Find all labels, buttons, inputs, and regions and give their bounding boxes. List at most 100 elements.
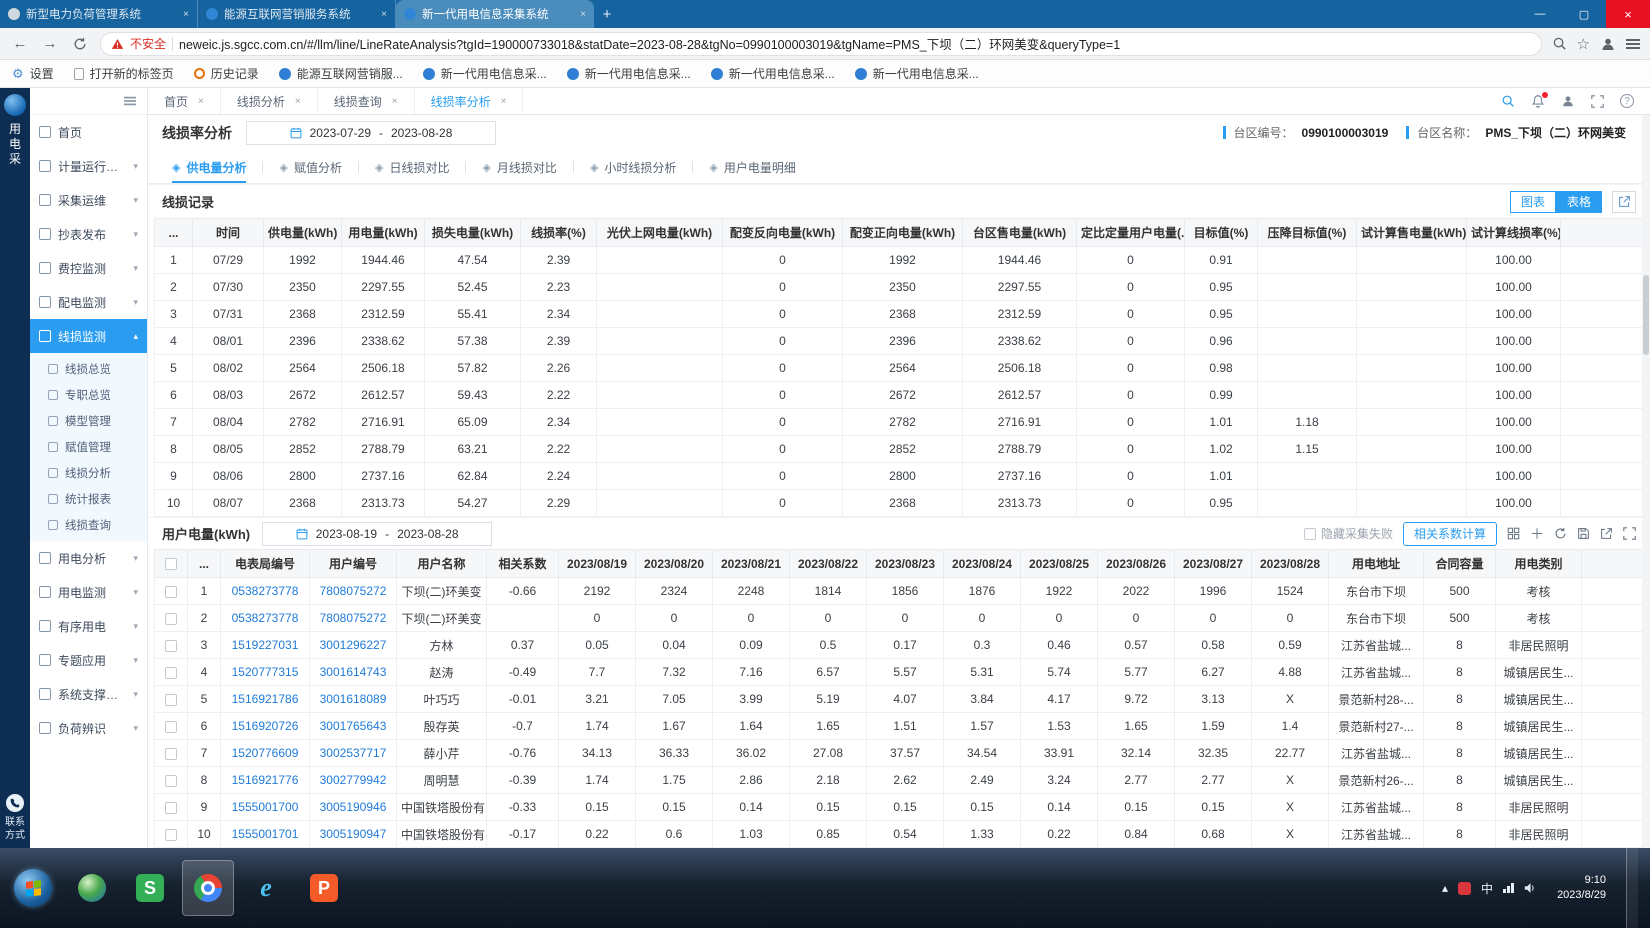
show-desktop-button[interactable] [1626,848,1638,928]
cell-link[interactable]: 1520776609 [232,746,299,760]
row-checkbox[interactable] [165,640,177,652]
subtab[interactable]: ◈用户电量明细 [693,151,811,184]
cell-link[interactable]: 1516921786 [232,692,299,706]
cell-link[interactable]: 3001614743 [320,665,387,679]
zoom-icon[interactable] [1552,36,1567,51]
row-checkbox[interactable] [165,667,177,679]
browser-tab[interactable]: 新一代用电信息采集系统× [396,0,594,28]
taskbar-clock[interactable]: 9:10 2023/8/29 [1547,873,1616,903]
tab-close-icon[interactable]: × [183,9,189,20]
contact-widget[interactable]: 联系方式 [4,794,26,842]
sidebar-subitem[interactable]: 模型管理 [30,408,147,434]
workspace-tab[interactable]: 线损率分析× [415,88,524,114]
cell-link[interactable]: 3001296227 [320,638,387,652]
refresh-icon[interactable] [70,37,90,51]
minimize-button[interactable]: — [1518,0,1562,28]
workspace-tab[interactable]: 首页× [148,88,221,114]
tab-close-icon[interactable]: × [381,9,387,20]
sidebar-item[interactable]: 专题应用▾ [30,643,147,677]
user-icon[interactable] [1561,94,1575,108]
workspace-tab[interactable]: 线损查询× [318,88,415,114]
tab-close-icon[interactable]: × [580,9,586,20]
sidebar-subitem[interactable]: 赋值管理 [30,434,147,460]
user-date-range-picker[interactable]: 2023-08-19 - 2023-08-28 [262,522,492,546]
scrollbar-thumb[interactable] [1643,275,1649,355]
sidebar-item[interactable]: 线损监测▴ [30,319,147,353]
sidebar-item[interactable]: 负荷辨识▾ [30,711,147,745]
volume-icon[interactable] [1524,882,1537,894]
taskbar-app-ie[interactable]: e [240,860,292,916]
row-checkbox[interactable] [165,721,177,733]
bookmark-item[interactable]: 打开新的标签页 [74,65,174,82]
cell-link[interactable]: 3001618089 [320,692,387,706]
taskbar-app-sphere[interactable] [66,860,118,916]
bookmark-item[interactable]: 历史记录 [194,65,259,82]
main-date-range-picker[interactable]: 2023-07-29 - 2023-08-28 [246,121,496,145]
subtab[interactable]: ◈供电量分析 [156,151,262,184]
taskbar-app-wpp[interactable]: P [298,860,350,916]
profile-icon[interactable] [1600,36,1616,52]
export-icon[interactable] [1612,191,1636,213]
sidebar-item[interactable]: 采集运维▾ [30,183,147,217]
view-toggle-chart-button[interactable]: 图表 [1510,191,1556,213]
cell-link[interactable]: 3005190946 [320,800,387,814]
cell-link[interactable]: 7808075272 [320,611,387,625]
workspace-tab[interactable]: 线损分析× [221,88,318,114]
new-tab-button[interactable]: + [594,0,620,28]
maximize-button[interactable]: ▢ [1562,0,1606,28]
row-checkbox[interactable] [165,802,177,814]
close-icon[interactable]: × [392,96,398,107]
sidebar-collapse-icon[interactable] [124,97,136,106]
cell-link[interactable]: 1555001701 [232,827,299,841]
browser-menu-icon[interactable] [1626,39,1640,49]
export-table-icon[interactable] [1600,527,1613,540]
sidebar-item[interactable]: 用电监测▾ [30,575,147,609]
taskbar-app-wps[interactable]: S [124,860,176,916]
taskbar-app-chrome[interactable] [182,860,234,916]
fullscreen-icon[interactable] [1591,95,1604,108]
hide-failed-checkbox[interactable] [1304,528,1316,540]
bookmark-item[interactable]: 新一代用电信息采... [567,65,691,82]
forward-icon[interactable]: → [40,35,60,52]
cell-link[interactable]: 1520777315 [232,665,299,679]
notifications-bell-icon[interactable] [1531,94,1545,108]
close-icon[interactable]: × [295,96,301,107]
sidebar-item[interactable]: 用电分析▾ [30,541,147,575]
sidebar-subitem[interactable]: 线损总览 [30,356,147,382]
save-icon[interactable] [1577,527,1590,540]
close-icon[interactable]: × [198,96,204,107]
fullscreen-table-icon[interactable] [1623,527,1636,540]
bookmark-item[interactable]: 能源互联网营销服... [279,65,403,82]
cell-link[interactable]: 7808075272 [320,584,387,598]
cell-link[interactable]: 0538273778 [232,584,299,598]
sidebar-item[interactable]: 抄表发布▾ [30,217,147,251]
subtab[interactable]: ◈月线损对比 [466,151,572,184]
grid-view-icon[interactable] [1507,527,1520,540]
cell-link[interactable]: 1519227031 [232,638,299,652]
hidden-icons-caret[interactable]: ▴ [1442,881,1448,895]
page-scrollbar[interactable] [1642,115,1650,848]
cell-link[interactable]: 0538273778 [232,611,299,625]
sidebar-item[interactable]: 系统支撑功能▾ [30,677,147,711]
refresh-table-icon[interactable] [1554,527,1567,540]
hide-failed-toggle[interactable]: 隐藏采集失败 [1304,525,1393,542]
row-checkbox[interactable] [165,748,177,760]
bookmark-item[interactable]: 新一代用电信息采... [855,65,979,82]
subtab[interactable]: ◈日线损对比 [359,151,465,184]
sidebar-item[interactable]: 计量运行监测▾ [30,149,147,183]
cell-link[interactable]: 3005190947 [320,827,387,841]
row-checkbox[interactable] [165,613,177,625]
bookmark-star-icon[interactable]: ☆ [1577,35,1590,53]
row-checkbox[interactable] [165,775,177,787]
sidebar-item[interactable]: 费控监测▾ [30,251,147,285]
bookmark-item[interactable]: ⚙设置 [12,65,54,82]
close-icon[interactable]: × [501,96,507,107]
sidebar-subitem[interactable]: 统计报表 [30,486,147,512]
sidebar-item[interactable]: 首页 [30,115,147,149]
correlation-calc-button[interactable]: 相关系数计算 [1403,522,1497,546]
cell-link[interactable]: 1516921776 [232,773,299,787]
subtab[interactable]: ◈赋值分析 [263,151,357,184]
subtab[interactable]: ◈小时线损分析 [574,151,692,184]
browser-tab[interactable]: 能源互联网营销服务系统× [198,0,396,28]
sidebar-subitem[interactable]: 线损查询 [30,512,147,538]
